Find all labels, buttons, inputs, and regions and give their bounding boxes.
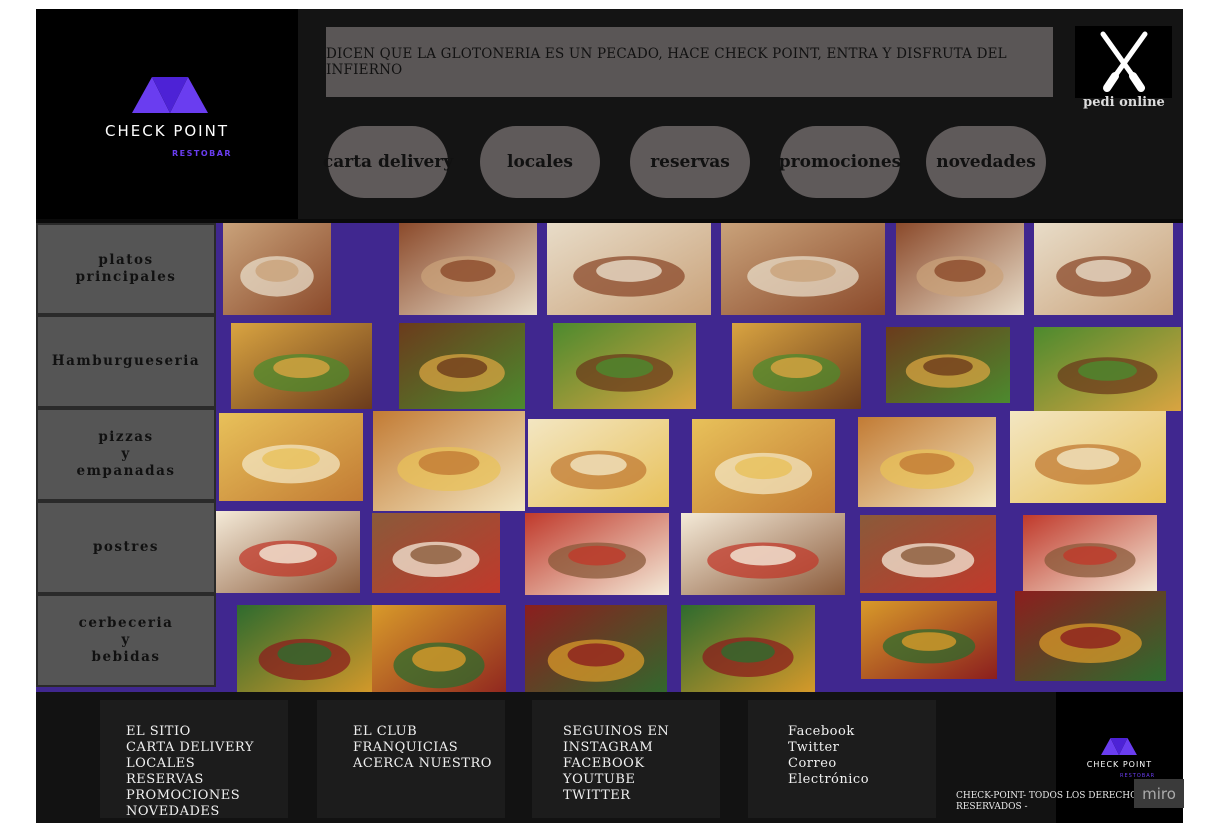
- footer-link[interactable]: Correo: [788, 756, 936, 772]
- food-photo-salad-collage[interactable]: [399, 223, 537, 315]
- nav-novedades[interactable]: novedades: [926, 126, 1046, 198]
- footer-link[interactable]: CARTA DELIVERY: [126, 740, 288, 756]
- footer-link: SEGUINOS EN: [563, 724, 670, 739]
- food-photo-cheesecake[interactable]: [525, 513, 669, 595]
- footer-link[interactable]: FACEBOOK: [563, 756, 720, 772]
- category-hamburgueseria[interactable]: Hamburgueseria: [36, 315, 216, 408]
- footer-link[interactable]: LOCALES: [126, 756, 288, 772]
- food-photo-burger-fries[interactable]: [886, 327, 1010, 403]
- food-photo-pizza-slices[interactable]: [858, 417, 996, 507]
- food-photo-beer-lineup[interactable]: [1015, 591, 1166, 681]
- food-photo-cheese-pizza[interactable]: [219, 413, 363, 501]
- food-photo-beer-bottles-row[interactable]: [525, 605, 667, 701]
- order-online-button[interactable]: [1075, 26, 1172, 98]
- food-photo-mousse-cups[interactable]: [372, 513, 500, 593]
- footer-link[interactable]: Electrónico: [788, 772, 936, 788]
- footer-link[interactable]: TWITTER: [563, 788, 720, 804]
- footer-social-links: SEGUINOS EN INSTAGRAM FACEBOOK YOUTUBE T…: [532, 700, 720, 818]
- menu-area: platos principales Hamburgueseria pizzas…: [36, 223, 1183, 709]
- food-photo-dishes-collage[interactable]: [223, 223, 331, 315]
- food-photo-classic-burger[interactable]: [231, 323, 372, 409]
- nav-reservas[interactable]: reservas: [630, 126, 750, 198]
- footer-link[interactable]: ACERCA NUESTRO: [353, 756, 505, 772]
- logo-panel[interactable]: CHECK POINT RESTOBAR: [36, 9, 298, 219]
- footer-link[interactable]: RESERVAS: [126, 772, 288, 788]
- footer-link[interactable]: Facebook: [788, 724, 936, 740]
- footer-link[interactable]: FRANQUICIAS: [353, 740, 505, 756]
- logo-icon: [132, 77, 208, 113]
- category-pizzas-empanadas[interactable]: pizzas y empanadas: [36, 408, 216, 501]
- food-photo-empanadas[interactable]: [373, 411, 525, 511]
- brand-subtitle: RESTOBAR: [172, 149, 233, 158]
- logo-icon: [1101, 738, 1137, 755]
- food-photo-burger-basket[interactable]: [732, 323, 861, 409]
- crossed-knives-icon: [1100, 31, 1148, 92]
- food-photo-desserts-grid[interactable]: [1023, 515, 1157, 593]
- food-photo-empanadas-cheese[interactable]: [692, 419, 835, 513]
- food-photo-burger-wood[interactable]: [1034, 327, 1181, 411]
- category-cerveceria-bebidas[interactable]: cerbeceria y bebidas: [36, 594, 216, 687]
- footer-club-links: EL CLUB FRANQUICIAS ACERCA NUESTRO: [317, 700, 505, 818]
- page-frame: CHECK POINT RESTOBAR DICEN QUE LA GLOTON…: [36, 9, 1183, 823]
- food-photo-burger-fries-board[interactable]: [553, 323, 696, 409]
- food-photo-pizza-empanadas[interactable]: [1010, 411, 1166, 503]
- footer-link[interactable]: INSTAGRAM: [563, 740, 720, 756]
- copyright-text: CHECK-POINT- TODOS LOS DERECHOS RESERVAD…: [956, 791, 1144, 812]
- category-platos-principales[interactable]: platos principales: [36, 223, 216, 315]
- food-photo-salmon-dish[interactable]: [896, 223, 1024, 315]
- brand-name: CHECK POINT: [105, 122, 229, 140]
- footer-link[interactable]: EL SITIO: [126, 724, 288, 740]
- footer-brand-name: CHECK POINT: [1086, 760, 1153, 769]
- food-photo-heineken-bottles[interactable]: [237, 605, 372, 699]
- food-photo-grilled-fish[interactable]: [547, 223, 711, 315]
- footer-contact-links: Facebook Twitter Correo Electrónico: [748, 700, 936, 818]
- footer-site-links: EL SITIO CARTA DELIVERY LOCALES RESERVAS…: [100, 700, 288, 820]
- footer: EL SITIO CARTA DELIVERY LOCALES RESERVAS…: [36, 692, 1183, 823]
- category-postres[interactable]: postres: [36, 501, 216, 594]
- food-photo-ice-cream[interactable]: [860, 515, 996, 593]
- footer-link[interactable]: YOUTUBE: [563, 772, 720, 788]
- food-photo-tiramisu[interactable]: [681, 513, 845, 595]
- food-photo-desserts-collage[interactable]: [216, 511, 360, 593]
- food-photo-steak-plate[interactable]: [721, 223, 885, 315]
- order-online-label[interactable]: pedi online: [1074, 95, 1174, 110]
- food-photo-tapas-table[interactable]: [861, 601, 997, 679]
- nav-promociones[interactable]: promociones: [779, 126, 901, 198]
- food-photo-craft-beers[interactable]: [681, 605, 815, 695]
- food-photo-pizza-table[interactable]: [528, 419, 669, 507]
- footer-link[interactable]: PROMOCIONES: [126, 788, 288, 804]
- footer-link[interactable]: Twitter: [788, 740, 936, 756]
- slogan-banner: DICEN QUE LA GLOTONERIA ES UN PECADO, HA…: [326, 27, 1053, 97]
- nav-locales[interactable]: locales: [480, 126, 600, 198]
- footer-link[interactable]: EL CLUB: [353, 724, 505, 740]
- miro-badge[interactable]: miro: [1134, 779, 1184, 808]
- footer-link[interactable]: NOVEDADES: [126, 804, 288, 820]
- nav-carta-delivery[interactable]: carta delivery: [323, 126, 453, 198]
- food-photo-burger-plate[interactable]: [399, 323, 525, 409]
- food-photo-roast-meat[interactable]: [1034, 223, 1173, 315]
- header: DICEN QUE LA GLOTONERIA ES UN PECADO, HA…: [298, 9, 1183, 219]
